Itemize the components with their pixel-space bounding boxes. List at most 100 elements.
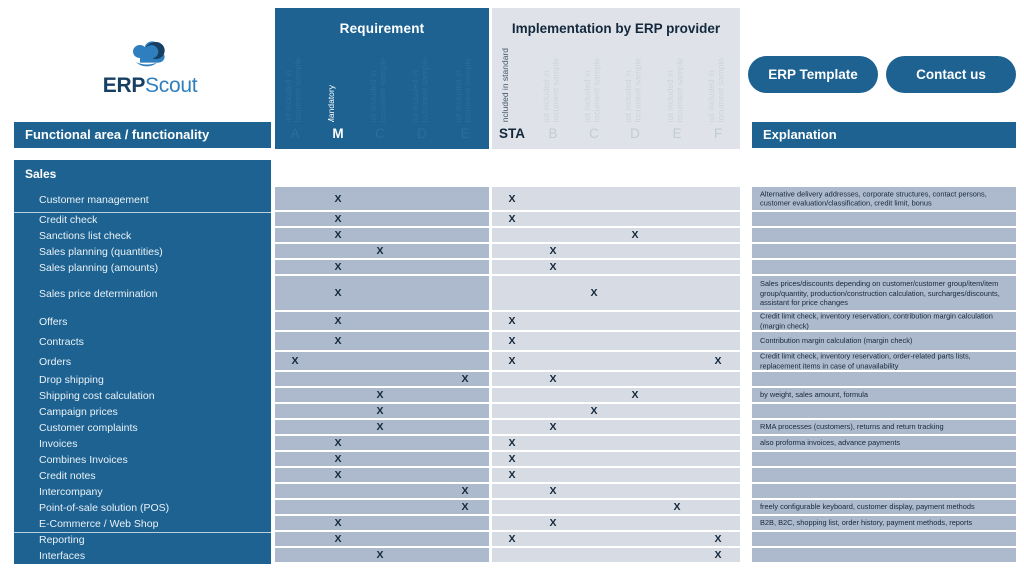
functional-area-row[interactable]: Intercompany	[14, 484, 271, 500]
explanation-text: freely configurable keyboard, customer d…	[760, 502, 975, 512]
implementation-cell-row-10[interactable]: X	[492, 372, 740, 387]
implementation-cell-row-5[interactable]: X	[492, 260, 740, 275]
implementation-col-letter-c[interactable]: C	[577, 126, 611, 141]
requirement-col-letter-m[interactable]: M	[325, 126, 351, 141]
requirement-cell-row-3[interactable]: X	[275, 228, 489, 243]
requirement-cell-row-8[interactable]: X	[275, 332, 489, 351]
functional-area-row[interactable]: Drop shipping	[14, 372, 271, 388]
requirement-letter-row: AMCDE	[275, 122, 489, 148]
functional-area-row[interactable]: Offers	[14, 312, 271, 332]
functional-area-row[interactable]: Contracts	[14, 332, 271, 352]
implementation-cell-row-8[interactable]: X	[492, 332, 740, 351]
implementation-cell-row-4[interactable]: X	[492, 244, 740, 259]
requirement-cell-row-4[interactable]: X	[275, 244, 489, 259]
implementation-cell-row-9[interactable]: XX	[492, 352, 740, 371]
implementation-cell-row-3[interactable]: X	[492, 228, 740, 243]
requirement-col-vlabel-e: not included in document sample	[453, 57, 473, 125]
implementation-col-letter-e[interactable]: E	[660, 126, 694, 141]
requirement-col-letter-c[interactable]: C	[367, 126, 393, 141]
row-label: Shipping cost calculation	[39, 390, 155, 402]
erp-template-button[interactable]: ERP Template	[748, 56, 878, 93]
requirement-cell-row-15[interactable]: X	[275, 452, 489, 467]
requirement-cell-row-12[interactable]: X	[275, 404, 489, 419]
requirement-cell-row-7[interactable]: X	[275, 312, 489, 331]
explanation-cell-row-5	[752, 260, 1016, 275]
requirement-col-letter-e[interactable]: E	[452, 126, 478, 141]
implementation-cell-row-14[interactable]: X	[492, 436, 740, 451]
implementation-cell-row-20[interactable]: XX	[492, 532, 740, 547]
functional-area-row[interactable]: Combines Invoices	[14, 452, 271, 468]
functional-area-row[interactable]: Sales price determination	[14, 276, 271, 312]
implementation-col-letter-sta[interactable]: STA	[495, 126, 529, 141]
explanation-cell-row-15	[752, 452, 1016, 467]
implementation-col-letter-f[interactable]: F	[701, 126, 735, 141]
functional-group-row[interactable]: Sales	[14, 160, 271, 187]
implementation-mark-sta: X	[508, 533, 516, 546]
explanation-cell-row-2	[752, 212, 1016, 227]
functional-area-row[interactable]: Shipping cost calculation	[14, 388, 271, 404]
implementation-cell-row-15[interactable]: X	[492, 452, 740, 467]
requirement-cell-row-5[interactable]: X	[275, 260, 489, 275]
implementation-cell-row-17[interactable]: X	[492, 484, 740, 499]
functional-area-row[interactable]: Sanctions list check	[14, 228, 271, 244]
requirement-cell-row-18[interactable]: X	[275, 500, 489, 515]
requirement-cell-row-17[interactable]: X	[275, 484, 489, 499]
implementation-cell-row-1[interactable]: X	[492, 187, 740, 211]
implementation-cell-row-7[interactable]: X	[492, 312, 740, 331]
requirement-col-letter-d[interactable]: D	[409, 126, 435, 141]
implementation-mark-b: X	[549, 245, 557, 258]
explanation-header: Explanation	[752, 122, 1016, 148]
functional-area-row[interactable]: Customer complaints	[14, 420, 271, 436]
functional-area-row[interactable]: Interfaces	[14, 548, 271, 564]
requirement-cell-row-9[interactable]: X	[275, 352, 489, 371]
requirement-mark-m: X	[334, 469, 342, 482]
row-label: Drop shipping	[39, 374, 104, 386]
implementation-cell-row-18[interactable]: X	[492, 500, 740, 515]
functional-area-row[interactable]: Point-of-sale solution (POS)	[14, 500, 271, 516]
implementation-cell-row-11[interactable]: X	[492, 388, 740, 403]
explanation-cell-row-1: Alternative delivery addresses, corporat…	[752, 187, 1016, 211]
requirement-cell-row-2[interactable]: X	[275, 212, 489, 227]
contact-us-button[interactable]: Contact us	[886, 56, 1016, 93]
requirement-cell-row-14[interactable]: X	[275, 436, 489, 451]
implementation-mark-sta: X	[508, 469, 516, 482]
functional-area-row[interactable]: Sales planning (quantities)	[14, 244, 271, 260]
implementation-cell-row-12[interactable]: X	[492, 404, 740, 419]
functional-area-column: Sales Customer management Credit check Sanc…	[14, 160, 271, 564]
implementation-col-letter-d[interactable]: D	[618, 126, 652, 141]
implementation-mark-b: X	[549, 261, 557, 274]
requirement-col-letter-a[interactable]: A	[282, 126, 308, 141]
requirement-cell-row-20[interactable]: X	[275, 532, 489, 547]
implementation-col-letter-b[interactable]: B	[536, 126, 570, 141]
implementation-col-vlabel-sta: Included in standard	[500, 48, 510, 125]
requirement-cell-row-6[interactable]: X	[275, 276, 489, 311]
functional-area-row[interactable]: Invoices	[14, 436, 271, 452]
requirement-cell-row-11[interactable]: X	[275, 388, 489, 403]
functional-area-row[interactable]: Credit notes	[14, 468, 271, 484]
requirement-cell-row-1[interactable]: X	[275, 187, 489, 211]
row-label: Customer management	[39, 193, 149, 206]
functional-area-row[interactable]: Campaign prices	[14, 404, 271, 420]
implementation-cell-row-19[interactable]: X	[492, 516, 740, 531]
implementation-cell-row-6[interactable]: X	[492, 276, 740, 311]
requirement-mark-m: X	[334, 335, 342, 348]
requirement-cell-row-10[interactable]: X	[275, 372, 489, 387]
explanation-text: RMA processes (customers), returns and r…	[760, 422, 944, 432]
explanation-text: also proforma invoices, advance payments	[760, 438, 901, 448]
requirement-mark-m: X	[334, 315, 342, 328]
requirement-cell-row-19[interactable]: X	[275, 516, 489, 531]
functional-area-row[interactable]: Customer management	[14, 187, 271, 212]
functional-area-row[interactable]: Reporting	[14, 532, 271, 548]
functional-area-row[interactable]: Credit check	[14, 212, 271, 228]
functional-area-row[interactable]: Sales planning (amounts)	[14, 260, 271, 276]
implementation-cell-row-16[interactable]: X	[492, 468, 740, 483]
row-label: Sales planning (quantities)	[39, 246, 163, 258]
implementation-cell-row-21[interactable]: X	[492, 548, 740, 563]
functional-area-row[interactable]: E-Commerce / Web Shop	[14, 516, 271, 532]
implementation-cell-row-13[interactable]: X	[492, 420, 740, 435]
functional-area-row[interactable]: Orders	[14, 352, 271, 372]
requirement-cell-row-21[interactable]: X	[275, 548, 489, 563]
requirement-cell-row-16[interactable]: X	[275, 468, 489, 483]
requirement-cell-row-13[interactable]: X	[275, 420, 489, 435]
implementation-cell-row-2[interactable]: X	[492, 212, 740, 227]
